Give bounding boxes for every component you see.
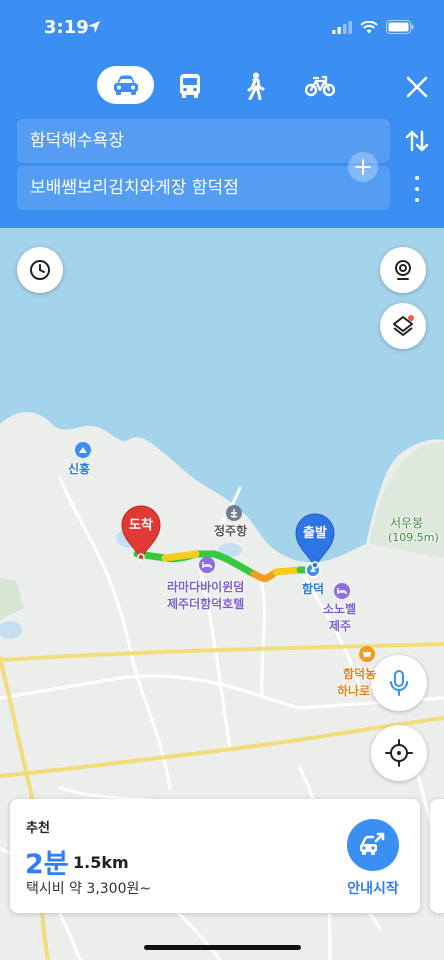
poi-hotel-icon[interactable] (199, 557, 215, 573)
webcam-icon (395, 260, 411, 280)
route-tag: 추천 (26, 821, 50, 836)
walk-icon (247, 72, 265, 100)
route-line-yellow-2 (272, 566, 304, 576)
plus-icon (355, 159, 371, 175)
mode-walk-button[interactable] (239, 70, 271, 102)
poi-sinheung-icon[interactable] (75, 442, 91, 458)
dot (415, 198, 419, 202)
swap-route-button[interactable] (402, 126, 432, 156)
cctv-button[interactable] (380, 247, 426, 293)
voice-search-button[interactable] (371, 655, 427, 711)
route-header: 3:19 함덕해수욕장 보배쌤보리김치와게장 함덕점 (0, 0, 444, 228)
clock-icon (30, 260, 50, 280)
status-time: 3:19 (44, 17, 89, 38)
microphone-icon (390, 670, 408, 696)
poi-sonobel-icon[interactable] (334, 583, 350, 599)
route-distance: 1.5km (73, 853, 129, 872)
start-navigation-label[interactable]: 안내시작 (335, 878, 411, 898)
map-layers-button[interactable] (380, 303, 426, 349)
add-waypoint-button[interactable] (348, 152, 378, 182)
destination-field[interactable]: 보배쌤보리김치와게장 함덕점 (17, 166, 390, 210)
start-pin[interactable]: 출발 (295, 513, 335, 569)
poi-sinheung-label[interactable]: 신흥 (68, 460, 90, 477)
status-indicators (332, 20, 414, 34)
poi-hanaro-label-1[interactable]: 함덕농 (343, 665, 376, 682)
poi-hamdeok-label[interactable]: 함덕 (302, 580, 324, 597)
next-route-card[interactable] (430, 799, 444, 913)
signal-icon (332, 20, 352, 34)
navigation-car-icon (360, 832, 385, 855)
poi-sonobel-label-1[interactable]: 소노벨 (323, 600, 356, 617)
layers-icon (393, 315, 414, 336)
route-line-yellow (161, 550, 200, 562)
bike-icon (305, 75, 335, 97)
poi-seowubong-height: (109.5m) (388, 531, 439, 544)
dot (415, 176, 419, 180)
current-location-button[interactable] (371, 725, 427, 781)
start-pin-label: 출발 (303, 526, 327, 541)
wifi-icon (360, 20, 378, 33)
car-icon (113, 75, 138, 95)
poi-sonobel-label-2[interactable]: 제주 (329, 617, 351, 634)
destination-pin[interactable]: 도착 (121, 505, 161, 561)
start-navigation-button[interactable] (347, 819, 399, 871)
close-button[interactable] (402, 72, 432, 102)
route-inputs: 함덕해수욕장 보배쌤보리김치와게장 함덕점 (17, 119, 390, 211)
swap-icon (405, 130, 429, 152)
start-field[interactable]: 함덕해수욕장 (17, 119, 390, 163)
location-arrow-icon (87, 19, 101, 38)
route-time: 2분 (25, 849, 69, 880)
battery-icon (386, 20, 414, 34)
history-button[interactable] (17, 247, 63, 293)
crosshair-icon (385, 739, 413, 767)
poi-hanaro-icon[interactable] (359, 646, 375, 662)
home-indicator[interactable] (144, 945, 301, 950)
poi-seowubong-label[interactable]: 서우봉 (390, 514, 423, 531)
route-summary-card[interactable]: 추천 2분 1.5km 택시비 약 3,300원~ 안내시작 (10, 799, 420, 913)
close-icon (406, 76, 428, 98)
poi-jeongju-port-icon[interactable] (226, 505, 242, 521)
bus-icon (180, 74, 200, 98)
poi-jeongju-port-label[interactable]: 정주항 (214, 522, 247, 539)
poi-hotel-label-1[interactable]: 라마다바이윈덤 (167, 578, 244, 595)
poi-hotel-label-2[interactable]: 제주더함덕호텔 (167, 595, 244, 612)
destination-pin-label: 도착 (129, 518, 153, 533)
dot (415, 187, 419, 191)
poi-hanaro-label-2[interactable]: 하나로 (337, 682, 370, 699)
mode-car-button[interactable] (97, 66, 154, 104)
taxi-fare: 택시비 약 3,300원~ (26, 881, 152, 897)
mode-bus-button[interactable] (174, 70, 206, 102)
more-options-button[interactable] (408, 176, 426, 202)
mode-bike-button[interactable] (304, 70, 336, 102)
